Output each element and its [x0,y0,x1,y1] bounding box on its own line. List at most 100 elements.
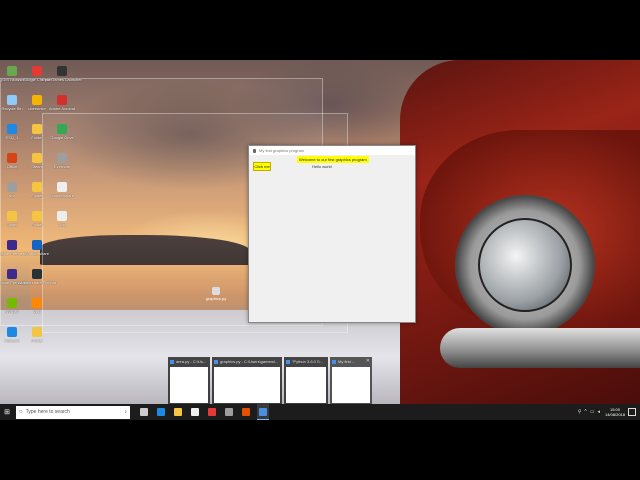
desktop-icon[interactable]: Evernote [49,153,75,169]
microphone-icon[interactable]: ♪ [125,409,128,415]
thumbnail-body [170,367,208,403]
desktop-icon-label: Recycle Bin [1,106,23,111]
app-icon [57,153,67,163]
app-icon [7,269,17,279]
app-icon[interactable] [223,404,235,420]
edge-glyph [157,408,165,416]
app-icon [32,240,42,250]
desktop-icon[interactable]: Adobe Premiere [0,240,27,256]
app-icon [57,66,67,76]
desktop-icon[interactable]: Google Drive [49,124,75,140]
hello-label: Hello world [312,164,332,169]
desktop-icon-label: Folder [31,222,43,227]
desktop-icon[interactable]: Wondershare [49,182,75,198]
app-icon [32,95,42,105]
task-view-icon[interactable] [138,404,150,420]
desktop-icon-label: Folder [6,222,18,227]
window-titlebar[interactable]: My first graphics program [249,146,415,155]
search-icon: ○ [19,409,23,415]
task-view-glyph [140,408,148,416]
desktop-icon-label: Steam [31,164,43,169]
window-title: My first graphics program [259,148,305,153]
taskbar-search[interactable]: ○ Type here to search ♪ [16,405,130,419]
chrome-glyph [208,408,216,416]
app-icon [32,327,42,337]
wallpaper-bumper [440,328,640,368]
app2-glyph [242,408,250,416]
clock[interactable]: 15:00 14/08/2018 [605,407,625,417]
desktop-icon[interactable]: Network [0,327,25,343]
file-icon [212,287,220,295]
app-icon [57,182,67,192]
desktop-icon-label: Wondershare [50,193,74,198]
desktop-icon-label: Wondershare [25,251,49,256]
desktop-icon[interactable]: Recycle Bin [0,95,25,111]
thumbnail-title: "Python 3.6.0 S... [292,359,323,364]
desktop-icon[interactable]: uberstrike [24,95,50,111]
desktop-icon[interactable]: ESQ_1 [0,124,25,140]
desktop-icon[interactable]: Adobe Acrobat [49,95,75,111]
tk-feather-icon [332,359,336,364]
desktop-icon[interactable]: Folder [24,124,50,140]
thumbnail-preview[interactable]: graphics.py - C:\Users\gamers\... [212,357,282,405]
desktop-icon[interactable]: Folder [24,211,50,227]
volume-icon[interactable]: ◂ [597,409,600,415]
file-explorer-glyph [174,408,182,416]
desktop-icon-label: Doc [58,222,66,227]
window-canvas[interactable]: Welcome to our first graphics program Cl… [249,155,415,324]
desktop-icon[interactable]: VLC [24,298,50,314]
desktop-icon-label: uberstrike [28,106,46,111]
graphics-window[interactable]: My first graphics program Welcome to our… [248,145,416,323]
desktop-icon[interactable]: Wondershare [24,240,50,256]
app-glyph [225,408,233,416]
desktop-icon-label: Network [4,338,20,343]
app2-icon[interactable] [240,404,252,420]
desktop-icon-label: Evernote [53,164,70,169]
desktop-icon[interactable]: Doc [49,211,75,227]
network-icon[interactable]: ▭ [590,409,595,415]
tk-feather-icon [253,148,256,153]
desktop-icon[interactable]: Nox [0,182,25,198]
people-icon[interactable]: ⚲ [578,409,582,415]
python-icon[interactable] [257,404,269,420]
app-icon [32,124,42,134]
thumbnail-title: area.py - C:\Us... [176,359,207,364]
chevron-up-icon[interactable]: ^ [584,409,586,415]
action-center-icon[interactable] [628,408,636,416]
desktop-icon[interactable]: Folder [24,182,50,198]
python-icon [286,359,290,364]
desktop-icon[interactable]: Office [0,153,25,169]
app-icon [7,66,17,76]
close-icon[interactable]: ✕ [366,358,370,364]
thumbnail-preview[interactable]: "Python 3.6.0 S... [284,357,328,405]
chrome-icon[interactable] [206,404,218,420]
thumbnail-body [214,367,280,403]
desktop-icon-label: Nox [8,193,16,198]
desktop-file-icon[interactable]: graphics.py [206,287,226,301]
desktop-icon-label: VLC [33,309,41,314]
store-icon[interactable] [189,404,201,420]
desktop-icon[interactable]: QGIS Browser [0,66,25,82]
desktop-icon[interactable]: Folder [0,211,25,227]
desktop-icon[interactable]: Wondershare Filmora [18,269,56,285]
thumbnail-preview[interactable]: area.py - C:\Us... [168,357,210,405]
desktop-icon[interactable]: Steam [24,153,50,169]
desktop-icon-label: Adobe Premiere [0,251,27,256]
file-explorer-icon[interactable] [172,404,184,420]
app-icon [7,240,17,250]
thumbnail-preview-active[interactable]: My first ... ✕ [330,357,372,405]
app-icon [7,327,17,337]
desktop-icon-label: Folder [31,193,43,198]
desktop-icon[interactable]: Epic Games Launcher [42,66,82,82]
desktop-icon-label: Wondershare Filmora [17,280,57,285]
clock-date: 14/08/2018 [604,412,625,417]
desktop-icon[interactable]: NVIDIA [0,298,25,314]
click-me-button[interactable]: Click me [253,162,271,171]
search-placeholder: Type here to search [25,409,70,415]
desktop-icons: QGIS Browser Google Chrome Epic Games Laun… [0,60,90,404]
edge-icon[interactable] [155,404,167,420]
app-icon [32,153,42,163]
desktop-icon-label: QGIS Browser [0,77,25,82]
start-button[interactable]: ⊞ [0,404,14,420]
desktop-icon[interactable]: Folder [24,327,50,343]
